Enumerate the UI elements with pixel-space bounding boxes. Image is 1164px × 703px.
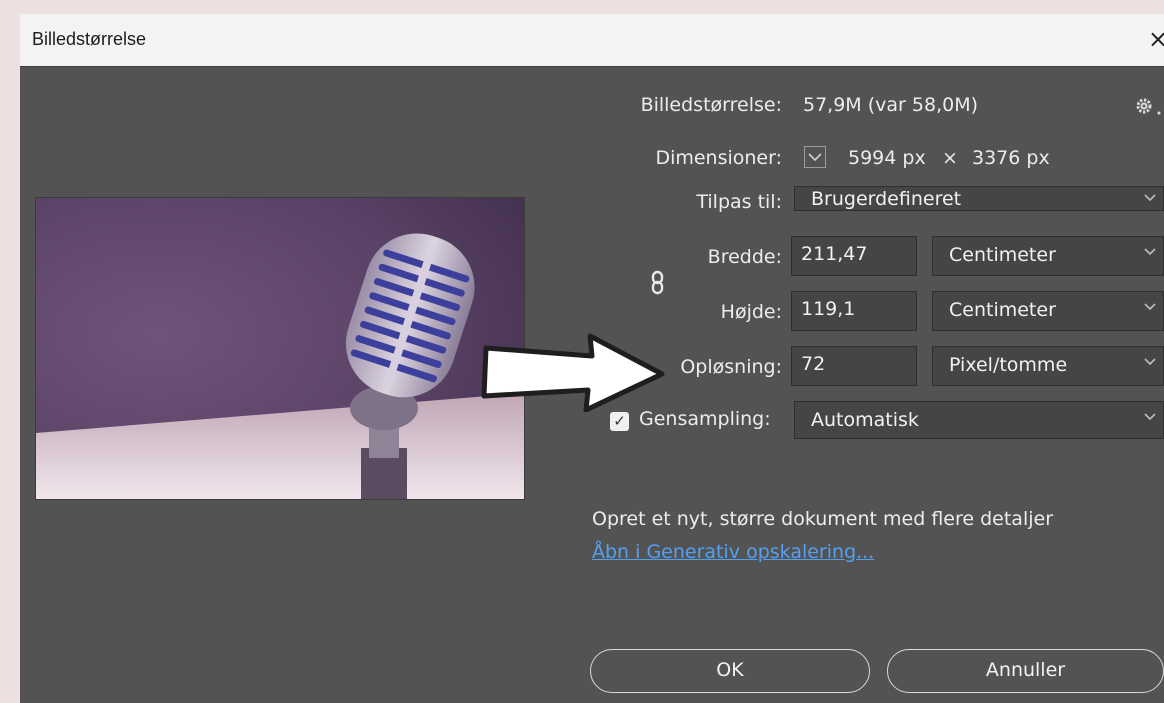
height-label: Højde: <box>720 301 782 323</box>
width-label: Bredde: <box>707 246 782 268</box>
settings-menu-button[interactable] <box>1134 94 1164 118</box>
dialog-title: Billedstørrelse <box>32 29 147 49</box>
image-preview[interactable] <box>35 197 525 500</box>
fit-to-select[interactable]: Brugerdefineret <box>794 186 1164 211</box>
ok-button[interactable]: OK <box>590 649 870 693</box>
resolution-unit-select[interactable]: Pixel/tomme <box>932 346 1164 386</box>
width-unit-value: Centimeter <box>949 244 1056 266</box>
width-input[interactable]: 211,47 <box>791 236 917 276</box>
cancel-button[interactable]: Annuller <box>887 649 1164 693</box>
constrain-proportions-toggle[interactable] <box>647 269 669 297</box>
chevron-down-icon <box>1143 354 1157 372</box>
annotation-arrow <box>480 332 670 413</box>
arrow-icon <box>481 333 665 413</box>
close-button[interactable]: × <box>1148 24 1164 54</box>
microphone-photo <box>36 198 524 499</box>
gear-icon <box>1136 98 1161 115</box>
resolution-input[interactable]: 72 <box>791 346 917 386</box>
chevron-down-icon <box>1143 190 1157 208</box>
dimensions-label: Dimensioner: <box>655 147 782 169</box>
dimensions-unit-toggle[interactable] <box>804 146 826 168</box>
height-unit-value: Centimeter <box>949 299 1056 321</box>
resolution-unit-value: Pixel/tomme <box>949 354 1068 376</box>
resample-select[interactable]: Automatisk <box>794 401 1164 439</box>
chevron-down-icon <box>808 153 822 162</box>
height-input[interactable]: 119,1 <box>791 291 917 331</box>
image-size-label: Billedstørrelse: <box>640 94 782 116</box>
chain-link-icon <box>651 270 664 295</box>
dimensions-width-value: 5994 px <box>848 147 926 169</box>
chevron-down-icon <box>1143 299 1157 317</box>
chevron-down-icon <box>1143 244 1157 262</box>
fit-to-label: Tilpas til: <box>696 191 782 213</box>
title-bar: Billedstørrelse × <box>20 14 1164 67</box>
width-unit-select[interactable]: Centimeter <box>932 236 1164 276</box>
chevron-down-icon <box>1143 409 1157 427</box>
height-unit-select[interactable]: Centimeter <box>932 291 1164 331</box>
resample-checkbox[interactable]: ✓ <box>610 412 629 431</box>
generative-upscale-link[interactable]: Åbn i Generativ opskalering... <box>592 541 874 563</box>
dimensions-height-value: 3376 px <box>972 147 1050 169</box>
resample-value: Automatisk <box>811 409 919 431</box>
upscale-description: Opret et nyt, større dokument med flere … <box>592 508 1054 530</box>
image-size-dialog: Billedstørrelse × Billedstørrelse: 57,9M… <box>20 14 1164 703</box>
image-size-value: 57,9M (var 58,0M) <box>803 94 978 116</box>
dimensions-times: × <box>942 147 958 169</box>
fit-to-value: Brugerdefineret <box>811 188 962 210</box>
